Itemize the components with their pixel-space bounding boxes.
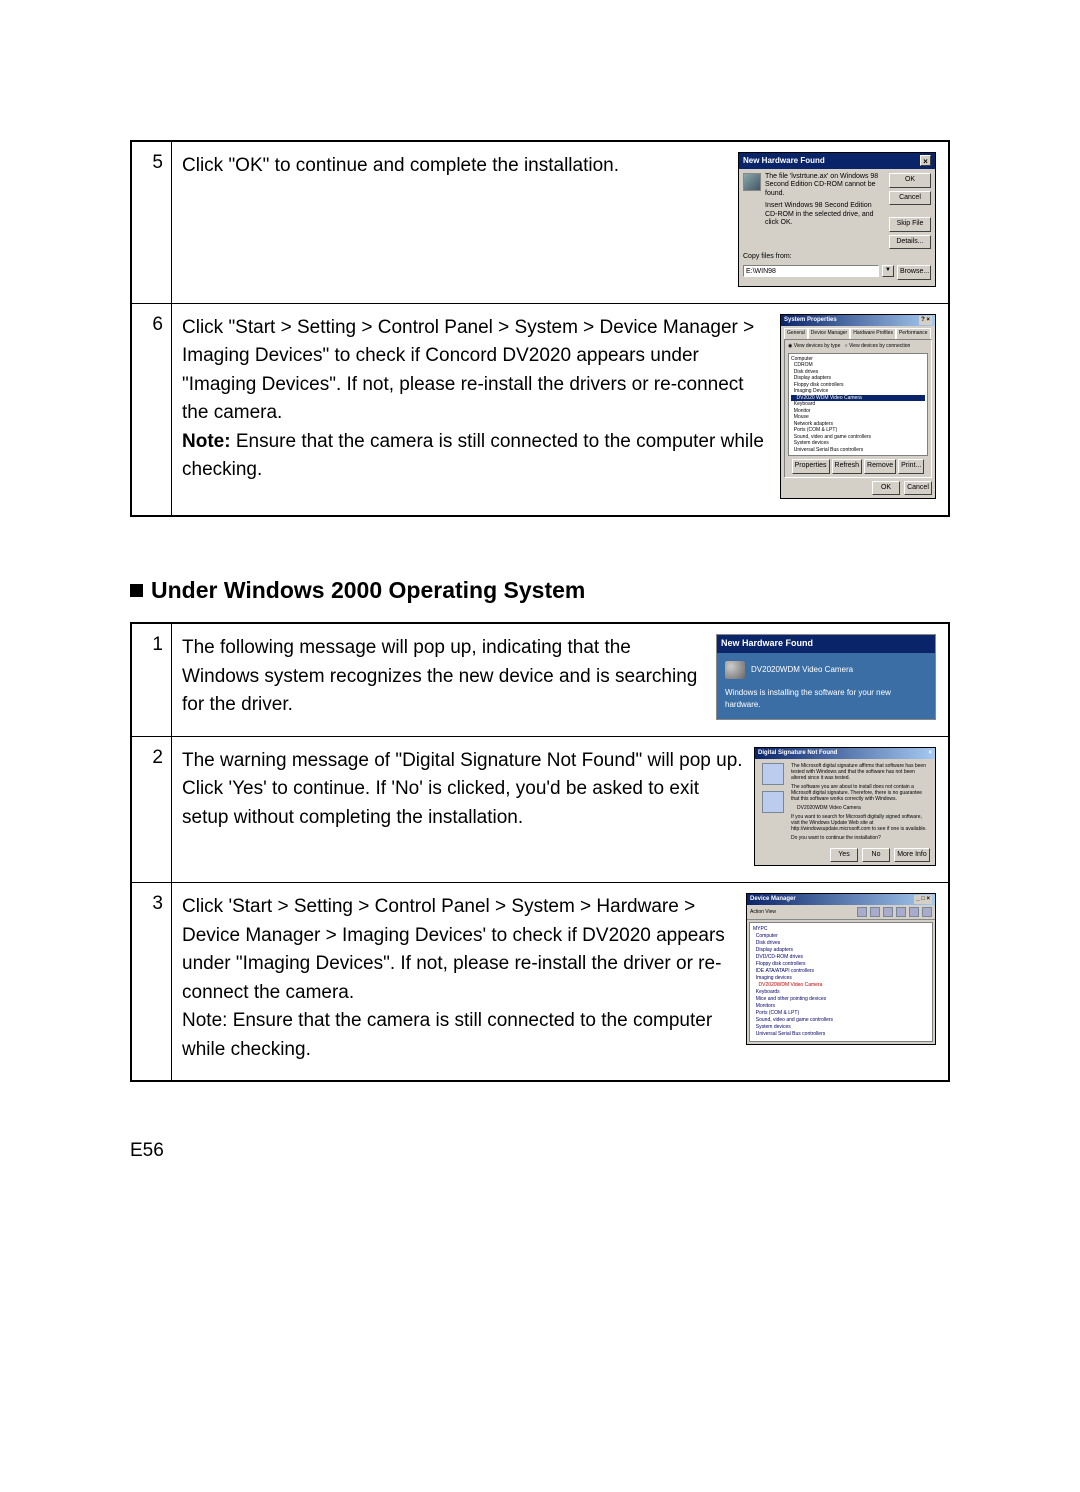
step-number: 1 bbox=[132, 624, 172, 736]
tab-row: General Device Manager Hardware Profiles… bbox=[781, 326, 935, 340]
page-number: E56 bbox=[130, 1140, 164, 1162]
bullet-square-icon bbox=[130, 584, 143, 597]
browse-button[interactable]: Browse... bbox=[897, 265, 931, 280]
dialog-title: System Properties bbox=[784, 316, 837, 325]
dialog-titlebar: New Hardware Found × bbox=[739, 153, 935, 169]
details-button[interactable]: Details... bbox=[889, 235, 931, 250]
dialog-title: New Hardware Found bbox=[743, 155, 825, 167]
toolbar: Action View bbox=[747, 905, 935, 920]
table-row: 3 Click 'Start > Setting > Control Panel… bbox=[132, 882, 948, 1080]
dialog-title: Digital Signature Not Found bbox=[758, 749, 837, 758]
digital-signature-dialog: Digital Signature Not Found × The Micros… bbox=[754, 747, 936, 867]
dialog-titlebar: Digital Signature Not Found × bbox=[755, 748, 935, 759]
step-text: Click 'Start > Setting > Control Panel >… bbox=[182, 893, 736, 1064]
step-text: Click "OK" to continue and complete the … bbox=[182, 152, 728, 287]
properties-button[interactable]: Properties bbox=[792, 459, 830, 474]
signature-icon bbox=[762, 763, 784, 785]
dialog-titlebar: Device Manager _ □ × bbox=[747, 894, 935, 905]
cancel-button[interactable]: Cancel bbox=[889, 191, 931, 206]
para: The software you are about to install do… bbox=[791, 784, 931, 802]
table-row: 1 The following message will pop up, ind… bbox=[132, 624, 948, 736]
remove-button[interactable]: Remove bbox=[864, 459, 896, 474]
tab-hardware-profiles[interactable]: Hardware Profiles bbox=[850, 328, 896, 340]
note-label: Note: bbox=[182, 431, 231, 452]
table-row: 6 Click "Start > Setting > Control Panel… bbox=[132, 303, 948, 516]
install-msg: Windows is installing the software for y… bbox=[725, 687, 927, 711]
section-heading: Under Windows 2000 Operating System bbox=[130, 577, 950, 604]
close-icon[interactable]: × bbox=[928, 749, 932, 758]
dropdown-icon[interactable]: ▼ bbox=[882, 265, 894, 277]
no-button[interactable]: No bbox=[862, 848, 890, 863]
step-number: 3 bbox=[132, 883, 172, 1080]
cancel-button[interactable]: Cancel bbox=[904, 481, 932, 496]
new-hardware-found-dialog: New Hardware Found × The file 'lvstrtune… bbox=[738, 152, 936, 287]
system-properties-dialog: System Properties ? × General Device Man… bbox=[780, 314, 936, 500]
device-tree[interactable]: MYPC Computer Disk drives Display adapte… bbox=[749, 922, 933, 1042]
tab-performance[interactable]: Performance bbox=[896, 328, 931, 340]
insert-disk-icon bbox=[743, 173, 761, 191]
ok-button[interactable]: OK bbox=[889, 173, 931, 188]
table-row: 2 The warning message of "Digital Signat… bbox=[132, 736, 948, 883]
device-icon bbox=[762, 791, 784, 813]
device-tree[interactable]: Computer CDROM Disk drives Display adapt… bbox=[788, 353, 928, 457]
install-steps-table-1: 5 Click "OK" to continue and complete th… bbox=[130, 140, 950, 517]
dialog-title: New Hardware Found bbox=[717, 635, 935, 653]
toolbar-icon[interactable] bbox=[909, 907, 919, 917]
manual-page: 5 Click "OK" to continue and complete th… bbox=[0, 0, 1080, 1492]
print-button[interactable]: Print... bbox=[898, 459, 924, 474]
dialog-msg: Insert Windows 98 Second Edition CD-ROM … bbox=[765, 202, 885, 227]
install-steps-table-2: 1 The following message will pop up, ind… bbox=[130, 622, 950, 1082]
toolbar-icon[interactable] bbox=[922, 907, 932, 917]
dialog-titlebar: System Properties ? × bbox=[781, 315, 935, 326]
toolbar-icon[interactable] bbox=[896, 907, 906, 917]
device-manager-window: Device Manager _ □ × Action View bbox=[746, 893, 936, 1045]
tab-general[interactable]: General bbox=[784, 328, 808, 340]
para: If you want to search for Microsoft digi… bbox=[791, 814, 931, 832]
radio-view-type[interactable]: ◉ View devices by type ○ View devices by… bbox=[788, 343, 928, 351]
step-number: 6 bbox=[132, 304, 172, 516]
copy-from-label: Copy files from: bbox=[743, 253, 931, 261]
camera-icon bbox=[725, 661, 745, 679]
step-text: The following message will pop up, indic… bbox=[182, 634, 706, 720]
more-info-button[interactable]: More Info bbox=[894, 848, 930, 863]
toolbar-icon[interactable] bbox=[870, 907, 880, 917]
step-text: Click "Start > Setting > Control Panel >… bbox=[182, 314, 770, 500]
step-text: The warning message of "Digital Signatur… bbox=[182, 747, 744, 867]
close-icon[interactable]: × bbox=[920, 155, 931, 166]
skip-file-button[interactable]: Skip File bbox=[889, 217, 931, 232]
path-input[interactable]: E:\WIN98 bbox=[743, 265, 879, 277]
para: Do you want to continue the installation… bbox=[791, 835, 931, 841]
window-controls[interactable]: _ □ × bbox=[914, 895, 932, 904]
ok-button[interactable]: OK bbox=[872, 481, 900, 496]
step-number: 5 bbox=[132, 142, 172, 303]
menu-items[interactable]: Action View bbox=[750, 909, 776, 917]
step-number: 2 bbox=[132, 737, 172, 883]
para: The Microsoft digital signature affirms … bbox=[791, 763, 931, 781]
toolbar-icon[interactable] bbox=[883, 907, 893, 917]
dialog-msg: The file 'lvstrtune.ax' on Windows 98 Se… bbox=[765, 173, 885, 198]
device-name: DV2020WDM Video Camera bbox=[751, 664, 853, 676]
window-controls[interactable]: ? × bbox=[919, 316, 932, 325]
toolbar-icon[interactable] bbox=[857, 907, 867, 917]
refresh-button[interactable]: Refresh bbox=[832, 459, 863, 474]
tab-device-manager[interactable]: Device Manager bbox=[808, 328, 850, 340]
new-hardware-found-2k-dialog: New Hardware Found DV2020WDM Video Camer… bbox=[716, 634, 936, 720]
dialog-title: Device Manager bbox=[750, 895, 796, 904]
yes-button[interactable]: Yes bbox=[830, 848, 858, 863]
table-row: 5 Click "OK" to continue and complete th… bbox=[132, 142, 948, 303]
